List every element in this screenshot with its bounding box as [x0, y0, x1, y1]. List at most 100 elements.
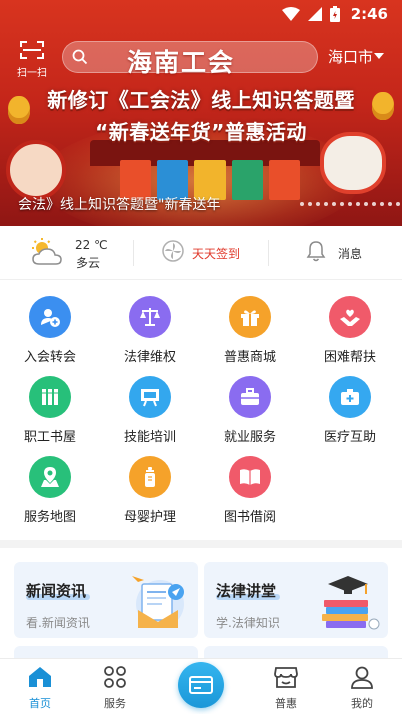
service-label: 就业服务	[223, 430, 276, 445]
service-label: 服务地图	[23, 510, 76, 525]
carousel-dot	[356, 202, 360, 206]
member-add-icon	[29, 296, 71, 338]
signal-icon	[308, 7, 322, 21]
checkin-button[interactable]: 天天签到	[192, 245, 240, 262]
nav-benefits[interactable]: 普惠	[256, 665, 316, 711]
carousel-indicator	[300, 202, 402, 206]
service-label: 入会转会	[23, 350, 76, 365]
nav-services[interactable]: 服务	[85, 665, 145, 711]
temperature: 22 ℃	[75, 238, 108, 252]
carousel-dot	[380, 202, 384, 206]
carousel-dot	[372, 202, 376, 206]
card-peek	[14, 646, 198, 658]
helping-hands-icon	[329, 296, 371, 338]
service-mall[interactable]: 普惠商城	[200, 288, 300, 365]
status-icons	[282, 6, 340, 22]
weather-condition: 多云	[76, 256, 101, 270]
fan-icon[interactable]	[162, 240, 184, 262]
brand-title: 海南工会	[127, 48, 236, 77]
baby-bottle-icon	[129, 456, 171, 498]
chevron-down-icon[interactable]	[374, 53, 384, 59]
search-icon	[72, 49, 88, 65]
service-member-transfer[interactable]: 入会转会	[0, 288, 100, 365]
carousel-dot	[396, 202, 400, 206]
app-screen: 新修订《工会法》线上知识答题暨 “新春送年货”普惠活动 会法》线上知识答题暨"新…	[0, 0, 402, 714]
carousel-dot	[316, 202, 320, 206]
carousel-dot	[388, 202, 392, 206]
service-label: 医疗互助	[323, 430, 376, 445]
carousel-dot	[324, 202, 328, 206]
carousel-dot	[308, 202, 312, 206]
service-book-lending[interactable]: 图书借阅	[200, 448, 300, 525]
nav-label: 普惠	[275, 697, 297, 710]
gift-icon	[229, 296, 271, 338]
nav-label: 服务	[104, 697, 126, 710]
service-label: 图书借阅	[223, 510, 276, 525]
card-subtitle: 看.新闻资讯	[26, 616, 90, 630]
carousel-dot	[300, 202, 304, 206]
news-card[interactable]: 新闻资讯 看.新闻资讯	[14, 562, 198, 638]
battery-icon	[330, 6, 340, 22]
grid-icon	[104, 666, 126, 688]
open-book-icon	[229, 456, 271, 498]
carousel-dot	[364, 202, 368, 206]
law-lecture-card[interactable]: 法律讲堂 学.法律知识	[204, 562, 388, 638]
briefcase-icon	[229, 376, 271, 418]
scales-icon	[129, 296, 171, 338]
service-label: 母婴护理	[123, 510, 176, 525]
service-map[interactable]: 服务地图	[0, 448, 100, 525]
section-divider	[0, 540, 402, 548]
carousel-dot	[348, 202, 352, 206]
scan-icon	[20, 41, 44, 59]
status-time: 2:46	[350, 5, 388, 23]
search-bar[interactable]: 海南工会	[62, 41, 318, 77]
nav-home[interactable]: 首页	[10, 665, 70, 711]
service-employment[interactable]: 就业服务	[200, 368, 300, 445]
card-title: 新闻资讯	[26, 582, 87, 600]
service-hardship-aid[interactable]: 困难帮扶	[300, 288, 400, 365]
service-legal-rights[interactable]: 法律维权	[100, 288, 200, 365]
service-label: 困难帮扶	[323, 350, 376, 365]
nav-profile[interactable]: 我的	[332, 665, 392, 711]
books-icon	[29, 376, 71, 418]
divider	[133, 240, 134, 266]
status-bar: 2:46	[0, 0, 402, 28]
scan-button[interactable]: 扫一扫	[12, 40, 52, 79]
service-reading-room[interactable]: 职工书屋	[0, 368, 100, 445]
user-icon	[351, 666, 373, 689]
nav-label: 我的	[351, 697, 373, 710]
carousel-dot	[332, 202, 336, 206]
banner-headline-line1: 新修订《工会法》线上知识答题暨	[47, 88, 355, 112]
card-subtitle: 学.法律知识	[216, 616, 280, 630]
gift-box	[268, 160, 301, 200]
partly-cloudy-icon	[32, 238, 62, 265]
medical-kit-icon	[329, 376, 371, 418]
service-medical-mutual[interactable]: 医疗互助	[300, 368, 400, 445]
banner-caption: 会法》线上知识答题暨"新春送年	[18, 197, 221, 213]
scan-label: 扫一扫	[17, 68, 47, 79]
home-icon	[29, 667, 51, 687]
service-label: 普惠商城	[223, 350, 276, 365]
card-peek	[204, 646, 388, 658]
card-title: 法律讲堂	[216, 582, 277, 600]
presentation-icon	[129, 376, 171, 418]
service-maternal-care[interactable]: 母婴护理	[100, 448, 200, 525]
divider	[268, 240, 269, 266]
card-icon	[189, 676, 213, 694]
top-bar: 扫一扫 海南工会 海口市	[0, 38, 402, 79]
banner-carousel[interactable]: 新修订《工会法》线上知识答题暨 “新春送年货”普惠活动 会法》线上知识答题暨"新…	[0, 0, 402, 226]
service-label: 法律维权	[123, 350, 176, 365]
city-selector[interactable]: 海口市	[328, 46, 373, 67]
service-label: 技能培训	[123, 430, 176, 445]
nav-center-card-button[interactable]	[178, 662, 224, 708]
bell-icon[interactable]	[306, 240, 326, 262]
mascot-girl-illustration	[6, 140, 66, 200]
nav-label: 首页	[29, 697, 51, 710]
messages-button[interactable]: 消息	[338, 245, 362, 262]
info-row: 22 ℃ 多云 天天签到 消息	[0, 226, 402, 280]
wifi-icon	[282, 7, 300, 21]
newspaper-illustration-icon	[132, 576, 184, 628]
service-skills-training[interactable]: 技能培训	[100, 368, 200, 445]
carousel-dot	[340, 202, 344, 206]
service-label: 职工书屋	[23, 430, 76, 445]
